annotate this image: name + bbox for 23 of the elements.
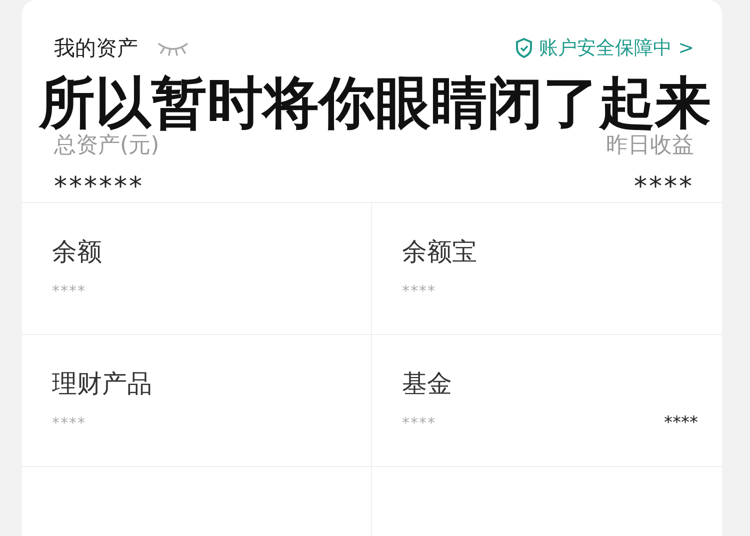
tile-title: 余额 [52,236,103,268]
tile-value: **** [52,414,86,432]
tile-extra-value: **** [664,413,698,433]
asset-tile[interactable]: 理财产品 **** [22,335,372,467]
security-text: 账户安全保障中 [539,36,672,61]
chevron-text: > [678,37,694,59]
tile-value: **** [402,282,436,300]
tile-title: 基金 [402,368,453,400]
shield-icon [515,38,534,58]
yesterday-label: 昨日收益 [606,132,694,160]
total-value: ****** [54,172,144,202]
tile-value: **** [402,414,436,432]
asset-tile[interactable]: 余额 **** [22,203,372,335]
meme-caption: 所以暂时将你眼睛闭了起来 [39,74,711,134]
yesterday-value: **** [634,172,694,202]
closed-eye-icon[interactable] [156,40,190,56]
tile-title: 理财产品 [52,368,153,400]
tile-value: **** [52,282,86,300]
tile-title: 余额宝 [402,236,478,268]
section-title: 我的资产 [54,35,138,62]
total-label: 总资产(元) [54,132,160,160]
asset-tile[interactable]: 余额宝 **** [372,203,722,335]
asset-tile[interactable]: 基金 **** **** [372,335,722,467]
